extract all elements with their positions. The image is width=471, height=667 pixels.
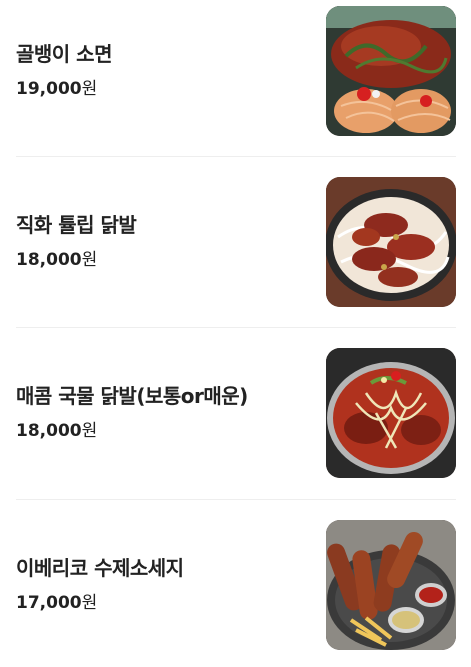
price-currency: 원 — [81, 79, 98, 99]
price-currency: 원 — [81, 421, 98, 441]
menu-item-photo[interactable] — [326, 520, 456, 650]
price-currency: 원 — [81, 250, 98, 270]
price-value: 19,000 — [16, 79, 82, 99]
menu-item-photo[interactable] — [326, 348, 456, 478]
menu-item-name: 매콤 국물 닭발(보통or매운) — [16, 384, 248, 408]
menu-item-photo[interactable] — [326, 6, 456, 136]
menu-item-name: 골뱅이 소면 — [16, 42, 112, 66]
menu-item-iberico-sausage[interactable]: 이베리코 수제소세지 17,000원 — [16, 520, 456, 650]
menu-item-price: 18,000원 — [16, 249, 316, 271]
menu-item-text: 이베리코 수제소세지 17,000원 — [16, 554, 316, 614]
menu-item-price: 18,000원 — [16, 420, 316, 442]
menu-item-tulip-dakbal[interactable]: 직화 튤립 닭발 18,000원 — [16, 177, 456, 307]
divider — [16, 499, 456, 500]
menu-item-name: 직화 튤립 닭발 — [16, 213, 137, 237]
menu-item-text: 매콤 국물 닭발(보통or매운) 18,000원 — [16, 382, 316, 442]
menu-item-golbaengi-somyeon[interactable]: 골뱅이 소면 19,000원 — [16, 6, 456, 136]
food-photo-icon — [326, 6, 456, 136]
menu-item-text: 직화 튤립 닭발 18,000원 — [16, 211, 316, 271]
food-photo-icon — [326, 348, 456, 478]
food-photo-icon — [326, 520, 456, 650]
menu-item-price: 19,000원 — [16, 78, 316, 100]
menu-item-photo[interactable] — [326, 177, 456, 307]
menu-item-price: 17,000원 — [16, 592, 316, 614]
divider — [16, 327, 456, 328]
price-value: 18,000 — [16, 250, 82, 270]
menu-item-text: 골뱅이 소면 19,000원 — [16, 40, 316, 100]
menu-item-name: 이베리코 수제소세지 — [16, 556, 184, 580]
price-value: 17,000 — [16, 593, 82, 613]
menu-item-soup-dakbal[interactable]: 매콤 국물 닭발(보통or매운) 18,000원 — [16, 348, 456, 478]
food-photo-icon — [326, 177, 456, 307]
price-value: 18,000 — [16, 421, 82, 441]
divider — [16, 156, 456, 157]
menu-list: 골뱅이 소면 19,000원 직화 튤립 닭발 18,000원 매콤 국물 닭발… — [0, 0, 471, 667]
price-currency: 원 — [81, 593, 98, 613]
